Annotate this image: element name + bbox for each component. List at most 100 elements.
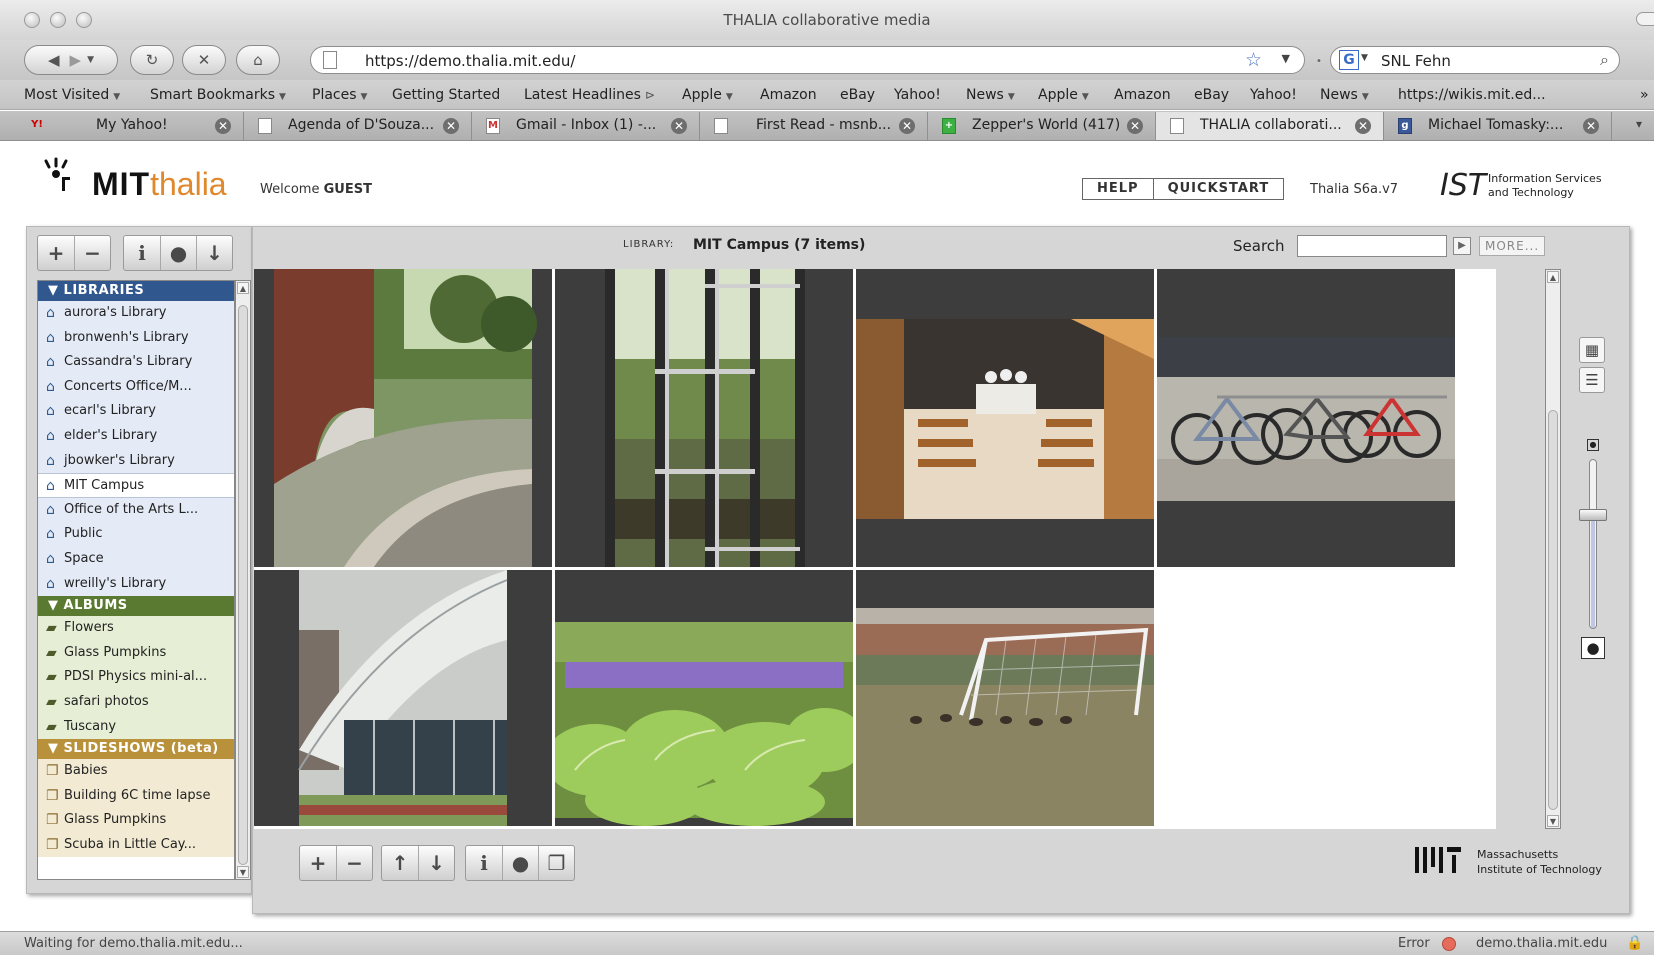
tab-overflow-icon[interactable]: ▾ (1636, 117, 1642, 131)
library-item[interactable]: ⌂ Public (38, 522, 234, 547)
library-item-selected[interactable]: ⌂ MIT Campus (38, 473, 234, 498)
photo-tile[interactable] (254, 269, 552, 567)
bookmark-item[interactable]: Yahoo! (894, 87, 941, 103)
library-item[interactable]: ⌂ bronwenh's Library (38, 325, 234, 351)
web-search-input[interactable]: SNL Fehn (1381, 52, 1451, 70)
albums-header[interactable]: ▼ ALBUMS (38, 596, 234, 617)
photo-grid-scroll-thumb[interactable] (1548, 410, 1558, 810)
google-icon[interactable]: G (1339, 50, 1359, 70)
library-item[interactable]: ⌂ ecarl's Library (38, 399, 234, 424)
move-down-icon[interactable]: ↓ (418, 846, 454, 880)
back-arrow-icon[interactable]: ◀ (48, 51, 60, 69)
libraries-header[interactable]: ▼ LIBRARIES (38, 281, 234, 301)
thumbnail-small-icon[interactable]: ● (1587, 439, 1599, 451)
library-item[interactable]: ⌂ aurora's Library (38, 301, 234, 326)
tab-close-icon[interactable]: ✕ (1583, 118, 1599, 134)
scroll-up-arrow-icon[interactable]: ▲ (237, 282, 249, 294)
list-view-icon[interactable]: ☰ (1579, 367, 1605, 393)
library-item[interactable]: ⌂ jbowker's Library (38, 448, 234, 474)
add-icon[interactable]: + (300, 846, 336, 880)
photo-chapel-interior[interactable] (856, 269, 1154, 567)
bookmark-item[interactable]: Amazon (1114, 87, 1171, 103)
tab[interactable]: + Zepper's World (417) ✕ (928, 112, 1156, 140)
scroll-down-arrow-icon[interactable]: ▼ (237, 866, 249, 878)
thumbnail-size-slider[interactable] (1589, 459, 1597, 629)
photo-tile[interactable] (555, 570, 853, 826)
scroll-up-arrow-icon[interactable]: ▲ (1547, 271, 1559, 283)
library-item[interactable]: ⌂ Office of the Arts L... (38, 497, 234, 523)
photo-tile[interactable] (856, 269, 1154, 567)
tab[interactable]: First Read - msnb... ✕ (700, 112, 928, 140)
album-item[interactable]: ▰ Tuscany (38, 714, 234, 740)
tab-close-icon[interactable]: ✕ (1355, 118, 1371, 134)
stop-button[interactable]: ✕ (182, 45, 226, 75)
photo-kresge-auditorium[interactable] (254, 570, 552, 826)
bookmark-item[interactable]: Most Visited ▼ (24, 87, 120, 103)
quickstart-button[interactable]: QUICKSTART (1152, 179, 1284, 199)
bookmark-item[interactable]: Latest Headlines ⊳ (524, 87, 655, 103)
move-up-icon[interactable]: ↑ (382, 846, 418, 880)
library-item[interactable]: ⌂ Concerts Office/M... (38, 374, 234, 400)
download-icon[interactable]: ↓ (196, 236, 232, 270)
add-icon[interactable]: + (38, 236, 74, 270)
library-item[interactable]: ⌂ Cassandra's Library (38, 350, 234, 375)
grid-view-icon[interactable]: ▦ (1579, 337, 1605, 363)
tab[interactable]: M Gmail - Inbox (1) -... ✕ (472, 112, 700, 140)
tab-active[interactable]: THALIA collaborati... ✕ (1156, 112, 1384, 140)
photo-tile[interactable] (856, 570, 1154, 826)
bookmark-item[interactable]: Yahoo! (1250, 87, 1297, 103)
tab-close-icon[interactable]: ✕ (1127, 118, 1143, 134)
search-engine-dropdown-icon[interactable]: ▼ (1361, 53, 1368, 63)
more-button[interactable]: MORE... (1479, 236, 1546, 256)
sidebar-scroll-thumb[interactable] (238, 305, 248, 865)
slideshow-item[interactable]: ❐ Scuba in Little Cay... (38, 832, 234, 858)
bookmark-item[interactable]: Getting Started (392, 87, 500, 103)
bookmark-item[interactable]: Apple ▼ (682, 87, 733, 103)
album-item[interactable]: ▰ Glass Pumpkins (38, 640, 234, 666)
remove-icon[interactable]: − (74, 236, 110, 270)
bookmark-item[interactable]: News ▼ (1320, 87, 1369, 103)
slideshow-item[interactable]: ❐ Glass Pumpkins (38, 808, 234, 833)
lock-icon[interactable]: 🔒 (1626, 935, 1643, 951)
magnifier-icon[interactable]: ⌕ (1600, 50, 1609, 70)
help-button[interactable]: HELP (1083, 179, 1153, 199)
scroll-down-arrow-icon[interactable]: ▼ (1547, 815, 1559, 827)
bookmark-item[interactable]: News ▼ (966, 87, 1015, 103)
info-icon[interactable]: i (466, 846, 502, 880)
album-item[interactable]: ▰ safari photos (38, 689, 234, 715)
photo-soccer-goal-geese[interactable] (856, 570, 1154, 826)
library-item[interactable]: ⌂ wreilly's Library (38, 571, 234, 597)
thumbnail-large-icon[interactable]: ● (1581, 637, 1605, 659)
bookmark-star-icon[interactable]: ☆ (1245, 49, 1262, 71)
forward-arrow-icon[interactable]: ▶ (70, 51, 82, 69)
web-search-bar[interactable]: G ▼ SNL Fehn ⌕ (1330, 46, 1620, 74)
bookmark-item[interactable]: Apple ▼ (1038, 87, 1089, 103)
photo-hosta-lavender[interactable] (555, 570, 853, 826)
photo-fountain-brick-wall[interactable] (254, 269, 552, 567)
library-item[interactable]: ⌂ Space (38, 546, 234, 572)
bookmark-item[interactable]: https://wikis.mit.ed... (1398, 87, 1546, 103)
slideshows-header[interactable]: ▼ SLIDESHOWS (beta) (38, 739, 234, 760)
reload-button[interactable]: ↻ (130, 45, 174, 75)
bookmark-item[interactable]: Places ▼ (312, 87, 367, 103)
photo-window-reflection[interactable] (555, 269, 853, 567)
bookmark-item[interactable]: Amazon (760, 87, 817, 103)
sidebar-scrollbar[interactable]: ▲ ▼ (235, 280, 251, 880)
slideshow-item[interactable]: ❐ Babies (38, 759, 234, 784)
slideshow-item[interactable]: ❐ Building 6C time lapse (38, 783, 234, 809)
url-text[interactable]: https://demo.thalia.mit.edu/ (365, 52, 575, 70)
toolbar-toggle-button[interactable] (1636, 12, 1654, 26)
search-input[interactable] (1297, 235, 1447, 257)
tab-close-icon[interactable]: ✕ (899, 118, 915, 134)
address-bar[interactable]: https://demo.thalia.mit.edu/ ☆ ▼ (310, 46, 1305, 74)
bookmark-item[interactable]: Smart Bookmarks ▼ (150, 87, 286, 103)
remove-icon[interactable]: − (336, 846, 372, 880)
home-button[interactable]: ⌂ (236, 45, 280, 75)
bookmark-item[interactable]: eBay (840, 87, 875, 103)
photo-tile[interactable] (254, 570, 552, 826)
search-go-icon[interactable]: ▶ (1453, 237, 1471, 255)
user-icon[interactable]: ● (160, 236, 196, 270)
info-icon[interactable]: i (124, 236, 160, 270)
bookmark-item[interactable]: eBay (1194, 87, 1229, 103)
album-item[interactable]: ▰ Flowers (38, 616, 234, 641)
